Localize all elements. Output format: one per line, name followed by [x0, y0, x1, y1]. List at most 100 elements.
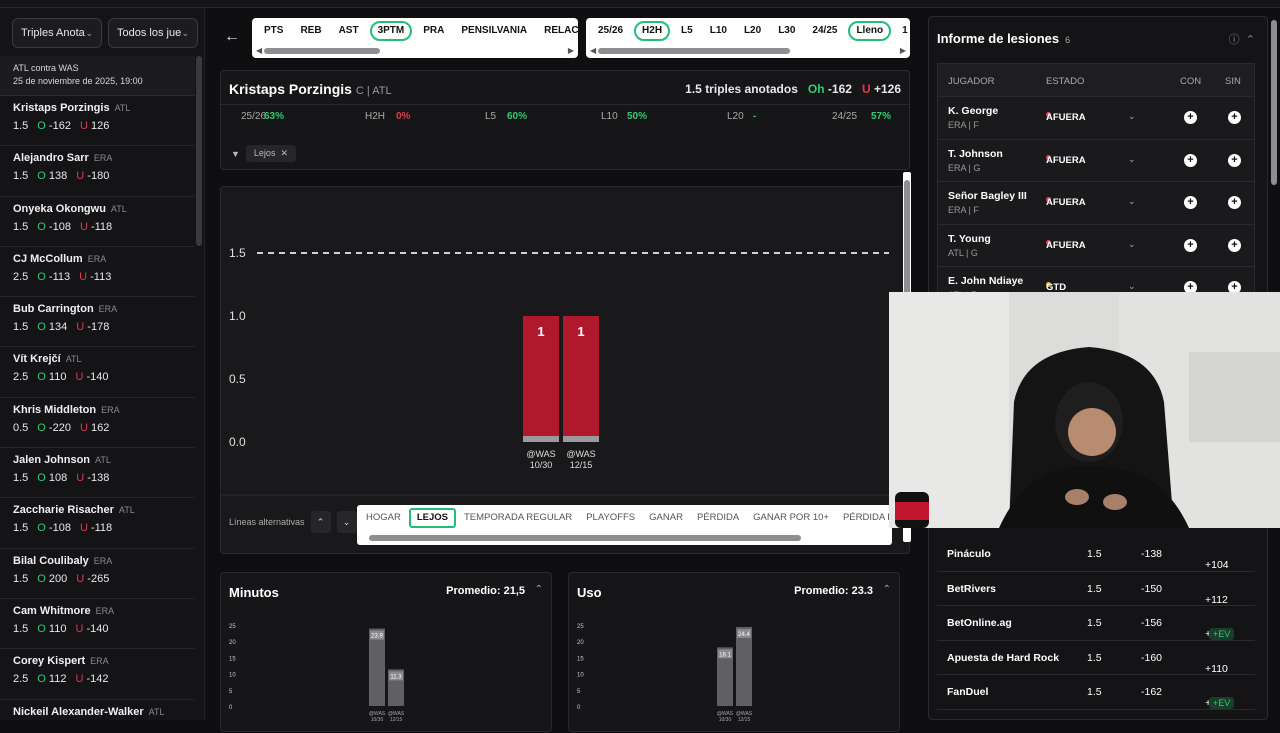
y-tick-label: 10 [229, 673, 236, 679]
tab-24-25[interactable]: 24/25 [806, 21, 843, 41]
player-list-item[interactable]: Nickeil Alexander-Walker ATL [0, 700, 195, 720]
filter-tag[interactable]: Lejos ✕ [245, 145, 296, 162]
market-select[interactable]: Triples Anota ⌄ [12, 18, 102, 48]
sportsbook-row[interactable]: Pináculo 1.5 -138 +104 [937, 537, 1255, 572]
tab-l10[interactable]: L10 [704, 21, 733, 41]
tab-pts[interactable]: PTS [258, 21, 289, 41]
chevron-down-icon[interactable]: ⌄ [1128, 154, 1136, 165]
tab-25-26[interactable]: 25/26 [592, 21, 629, 41]
add-with-icon[interactable]: + [1184, 196, 1197, 209]
tab-hogar[interactable]: HOGAR [360, 508, 407, 528]
tab-1-ho[interactable]: 1 ho [896, 21, 910, 41]
tab-l20[interactable]: L20 [738, 21, 767, 41]
chevron-up-icon[interactable]: ⌃ [310, 511, 331, 533]
player-list-item[interactable]: Zaccharie Risacher ATL 1.5 O -108 U -118 [0, 498, 195, 549]
chevron-down-icon[interactable]: ⌄ [1128, 111, 1136, 122]
tab-h2h[interactable]: H2H [634, 21, 671, 41]
add-without-icon[interactable]: + [1228, 196, 1241, 209]
player-list-item[interactable]: Corey Kispert ERA 2.5 O 112 U -142 [0, 649, 195, 700]
player-line: 2.5 O 110 U -140 [13, 371, 182, 383]
tab-ganar[interactable]: GANAR [643, 508, 689, 528]
sportsbook-row[interactable]: DraftKings1.5-164+124+EV [937, 710, 1255, 720]
chevron-down-icon[interactable]: ⌄ [1128, 239, 1136, 250]
tab-3ptm[interactable]: 3PTM [369, 21, 413, 41]
player-list-item[interactable]: Vít Krejčí ATL 2.5 O 110 U -140 [0, 347, 195, 398]
tab-lleno[interactable]: Lleno [848, 21, 892, 41]
chevron-down-icon[interactable]: ⌄ [1128, 196, 1136, 207]
sportsbook-row[interactable]: Apuesta de Hard Rock 1.5 -160 +110 [937, 641, 1255, 675]
chart-bar[interactable] [736, 626, 752, 706]
add-with-icon[interactable]: + [1184, 111, 1197, 124]
prop-bar-chart: 0.00.51.01.51@WAS10/301@WAS12/15 [221, 246, 911, 496]
injury-row: T. Young ATL | G AFUERA ⌄ + + [937, 224, 1255, 267]
over-odds-value: 200 [48, 572, 68, 585]
game-time: 25 de noviembre de 2025, 19:00 [13, 76, 143, 86]
under-odds: +126 [873, 82, 901, 96]
market-select-value: Triples Anota [21, 27, 85, 39]
y-tick-label: 15 [577, 656, 584, 662]
sportsbook-row[interactable]: BetOnline.ag1.5-156+121+EV [937, 606, 1255, 641]
add-with-icon[interactable]: + [1184, 153, 1197, 167]
injured-player-team: ERA | F [948, 120, 979, 130]
close-icon[interactable]: ✕ [280, 148, 288, 158]
player-list-item[interactable]: Alejandro Sarr ERA 1.5 O 138 U -180 [0, 146, 195, 197]
over-odds-value: 110 [48, 622, 67, 635]
injury-status-text: AFUERA [1046, 197, 1086, 208]
x-tick-label: 10/30 [371, 717, 384, 723]
player-list-item[interactable]: Kristaps Porzingis ATL 1.5 O -162 U 126 [0, 96, 195, 147]
chart-bar[interactable] [369, 628, 385, 706]
games-select[interactable]: Todos los jue ⌄ [108, 18, 198, 48]
tab-ast[interactable]: AST [333, 21, 365, 41]
tab-lejos[interactable]: LEJOS [408, 508, 456, 528]
games-select-value: Todos los jue [117, 27, 182, 39]
tab-pra[interactable]: PRA [417, 21, 450, 41]
player-list-item[interactable]: Cam Whitmore ERA 1.5 O 110 U -140 [0, 599, 195, 650]
tab-p-rdida-por-10-[interactable]: PÉRDIDA POR 10+ [837, 508, 892, 528]
tab-relaciones-i[interactable]: RELACIONES I [538, 21, 578, 41]
tab-l5[interactable]: L5 [675, 21, 699, 41]
info-icon[interactable]: ⓘ [1229, 34, 1240, 46]
player-list-item[interactable]: Khris Middleton ERA 0.5 O -220 U 162 [0, 398, 195, 449]
under-odds-value: 162 [90, 421, 110, 434]
sidebar-scrollbar[interactable] [196, 56, 202, 246]
tab-playoffs[interactable]: PLAYOFFS [580, 508, 641, 528]
over-odds-value: 138 [48, 170, 68, 183]
line-value: 1.5 [13, 321, 29, 334]
tab-reb[interactable]: REB [294, 21, 327, 41]
over-odds-value: -162 [48, 120, 71, 132]
add-without-icon[interactable]: + [1228, 238, 1241, 252]
add-without-icon[interactable]: + [1228, 153, 1241, 167]
tab-l30[interactable]: L30 [772, 21, 801, 41]
chevron-down-icon: ⌄ [85, 27, 93, 38]
sportsbook-row[interactable]: BetRivers 1.5 -150 +112 [937, 572, 1255, 606]
player-list-item[interactable]: Jalen Johnson ATL 1.5 O 108 U -138 [0, 448, 195, 499]
usage-chart: 051015202518.1@WAS10/3024.4@WAS12/15 [577, 624, 753, 723]
split-tabs-scrollbar[interactable] [369, 535, 801, 541]
player-list-item[interactable]: Bub Carrington ERA 1.5 O 134 U -178 [0, 297, 195, 348]
chevron-up-icon[interactable]: ⌃ [1246, 34, 1255, 46]
add-with-icon[interactable]: + [1184, 238, 1197, 252]
player-name-text: Bilal Coulibaly [13, 554, 89, 567]
player-list-item[interactable]: CJ McCollum ERA 2.5 O -113 U -113 [0, 247, 195, 298]
injured-player-name: E. John Ndiaye [948, 275, 1024, 287]
page-scrollbar[interactable] [1271, 20, 1277, 185]
tab-p-rdida[interactable]: PÉRDIDA [691, 508, 745, 528]
hit-rate-value: 60% [507, 111, 528, 122]
chevron-down-icon[interactable]: ⌄ [1128, 281, 1136, 292]
tab-temporada-regular[interactable]: TEMPORADA REGULAR [458, 508, 578, 528]
add-without-icon[interactable]: + [1228, 111, 1241, 124]
range-tabs-scrollbar[interactable]: ◀ ▶ [588, 46, 908, 55]
y-tick-label: 15 [229, 656, 236, 662]
tab-pensilvania[interactable]: PENSILVANIA [455, 21, 533, 41]
player-list-item[interactable]: Bilal Coulibaly ERA 1.5 O 200 U -265 [0, 549, 195, 599]
player-list-item[interactable]: Onyeka Okongwu ATL 1.5 O -108 U -118 [0, 197, 195, 247]
player-name-text: Zaccharie Risacher [13, 504, 114, 517]
chevron-down-icon[interactable]: ⌄ [336, 511, 357, 533]
tab-ganar-por-10-[interactable]: GANAR POR 10+ [747, 508, 835, 528]
under-odds-value: -142 [86, 673, 109, 686]
sportsbook-row[interactable]: FanDuel1.5-162+126+EV [937, 675, 1255, 710]
stat-tabs-scrollbar[interactable]: ◀ ▶ [254, 46, 576, 55]
y-tick-label: 5 [229, 689, 233, 695]
back-arrow-icon[interactable]: ← [220, 22, 244, 52]
under-odds-value: -113 [90, 270, 112, 283]
